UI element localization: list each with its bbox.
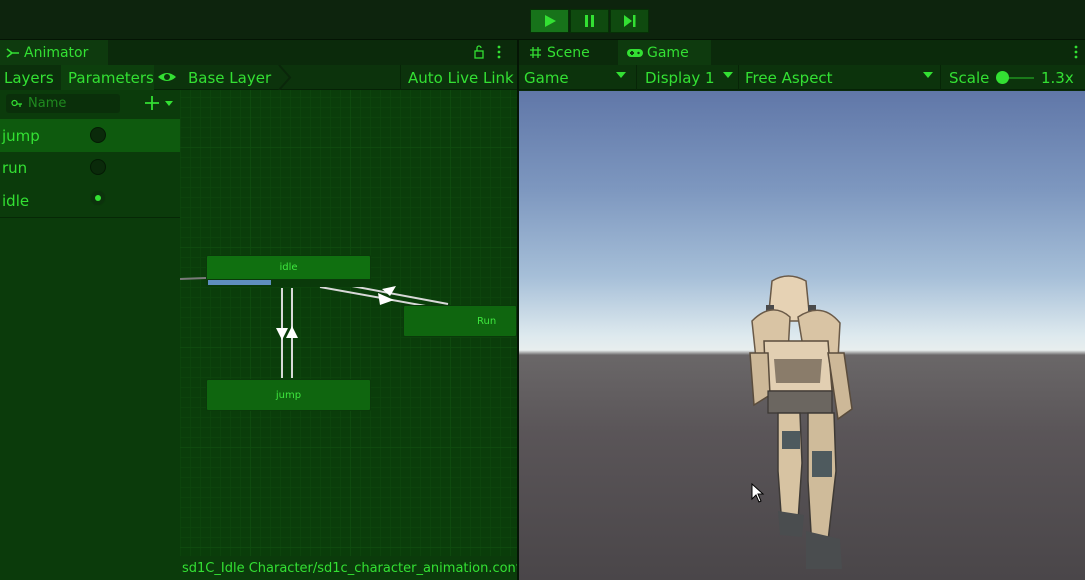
parameter-name: run [2,159,28,177]
chevron-down-icon [616,72,626,78]
breadcrumb-chevron-icon [278,65,292,90]
scale-value: 1.3x [1041,68,1074,87]
radio-dot-icon [95,195,101,201]
step-button[interactable] [610,9,649,33]
parameter-row[interactable]: run [0,152,180,184]
mouse-cursor-icon [751,483,765,503]
entry-transition [180,277,207,280]
tab-game-label: Game [647,44,689,61]
tab-scene[interactable]: Scene [519,40,618,65]
animator-tab[interactable]: Animator [0,40,108,65]
tab-game[interactable]: Game [618,40,711,65]
parameter-row[interactable]: jump [0,119,180,152]
aspect-value: Free Aspect [745,68,833,87]
parameter-name: jump [2,126,40,145]
animator-icon [6,47,19,58]
kebab-icon[interactable] [1072,45,1080,59]
eye-icon[interactable] [157,70,177,84]
auto-live-link-label: Auto Live Link [408,68,514,87]
parameter-toggle-checked[interactable] [90,190,106,206]
controller-path-status: sd1C_Idle Character/sd1c_character_anima… [180,556,517,580]
character-model [749,275,853,569]
state-node-run[interactable]: Run [403,305,517,337]
parameter-toggle[interactable] [90,127,106,143]
search-placeholder: Name [28,96,67,111]
grid-icon [530,47,541,58]
transition-arrow-icon [286,326,298,338]
parameter-search-input[interactable]: Name [6,94,120,113]
game-viewport[interactable] [519,91,1085,580]
search-icon [11,99,22,107]
chevron-down-icon [723,72,733,78]
pause-button[interactable] [570,9,609,33]
breadcrumb-base-layer: Base Layer [188,68,272,87]
chevron-down-icon [165,101,173,106]
transition-arrow-icon [378,293,394,305]
breadcrumb[interactable]: Base Layer [180,65,290,90]
state-label: jump [275,389,302,401]
parameter-row[interactable]: idle [0,185,180,217]
chevron-down-icon [923,72,933,78]
state-progress-bar [208,280,271,285]
tab-parameters[interactable]: Parameters [61,65,154,90]
auto-live-link-button[interactable]: Auto Live Link [400,65,517,90]
lock-icon[interactable] [473,45,485,59]
scale-label: Scale [949,68,990,87]
play-button[interactable] [530,9,569,33]
parameter-name: idle [2,192,30,210]
tab-scene-label: Scene [547,44,590,61]
scale-slider-handle[interactable] [996,71,1009,84]
pause-icon [584,15,594,27]
controller-path: sd1C_Idle Character/sd1c_character_anima… [182,560,517,576]
transition-arrow-icon [276,328,288,340]
kebab-icon[interactable] [495,45,503,59]
tab-layers-label: Layers [4,68,54,87]
parameter-toggle[interactable] [90,159,106,175]
state-label: Run [477,315,497,327]
play-icon [544,15,556,27]
add-parameter-button[interactable] [144,95,174,111]
aspect-dropdown[interactable]: Free Aspect [738,65,940,90]
gamepad-icon [627,48,643,57]
display-value: Display 1 [645,68,715,87]
step-icon [623,15,635,27]
parameter-divider [0,217,180,218]
scale-readout: 1.3x [1041,65,1081,90]
panel-divider[interactable] [517,40,519,580]
state-node-jump[interactable]: jump [206,379,371,411]
tab-parameters-label: Parameters [68,68,154,87]
game-mode-value: Game [524,68,569,87]
animator-tab-label: Animator [24,44,89,61]
tab-layers[interactable]: Layers [0,65,61,90]
state-label: idle [279,262,298,273]
